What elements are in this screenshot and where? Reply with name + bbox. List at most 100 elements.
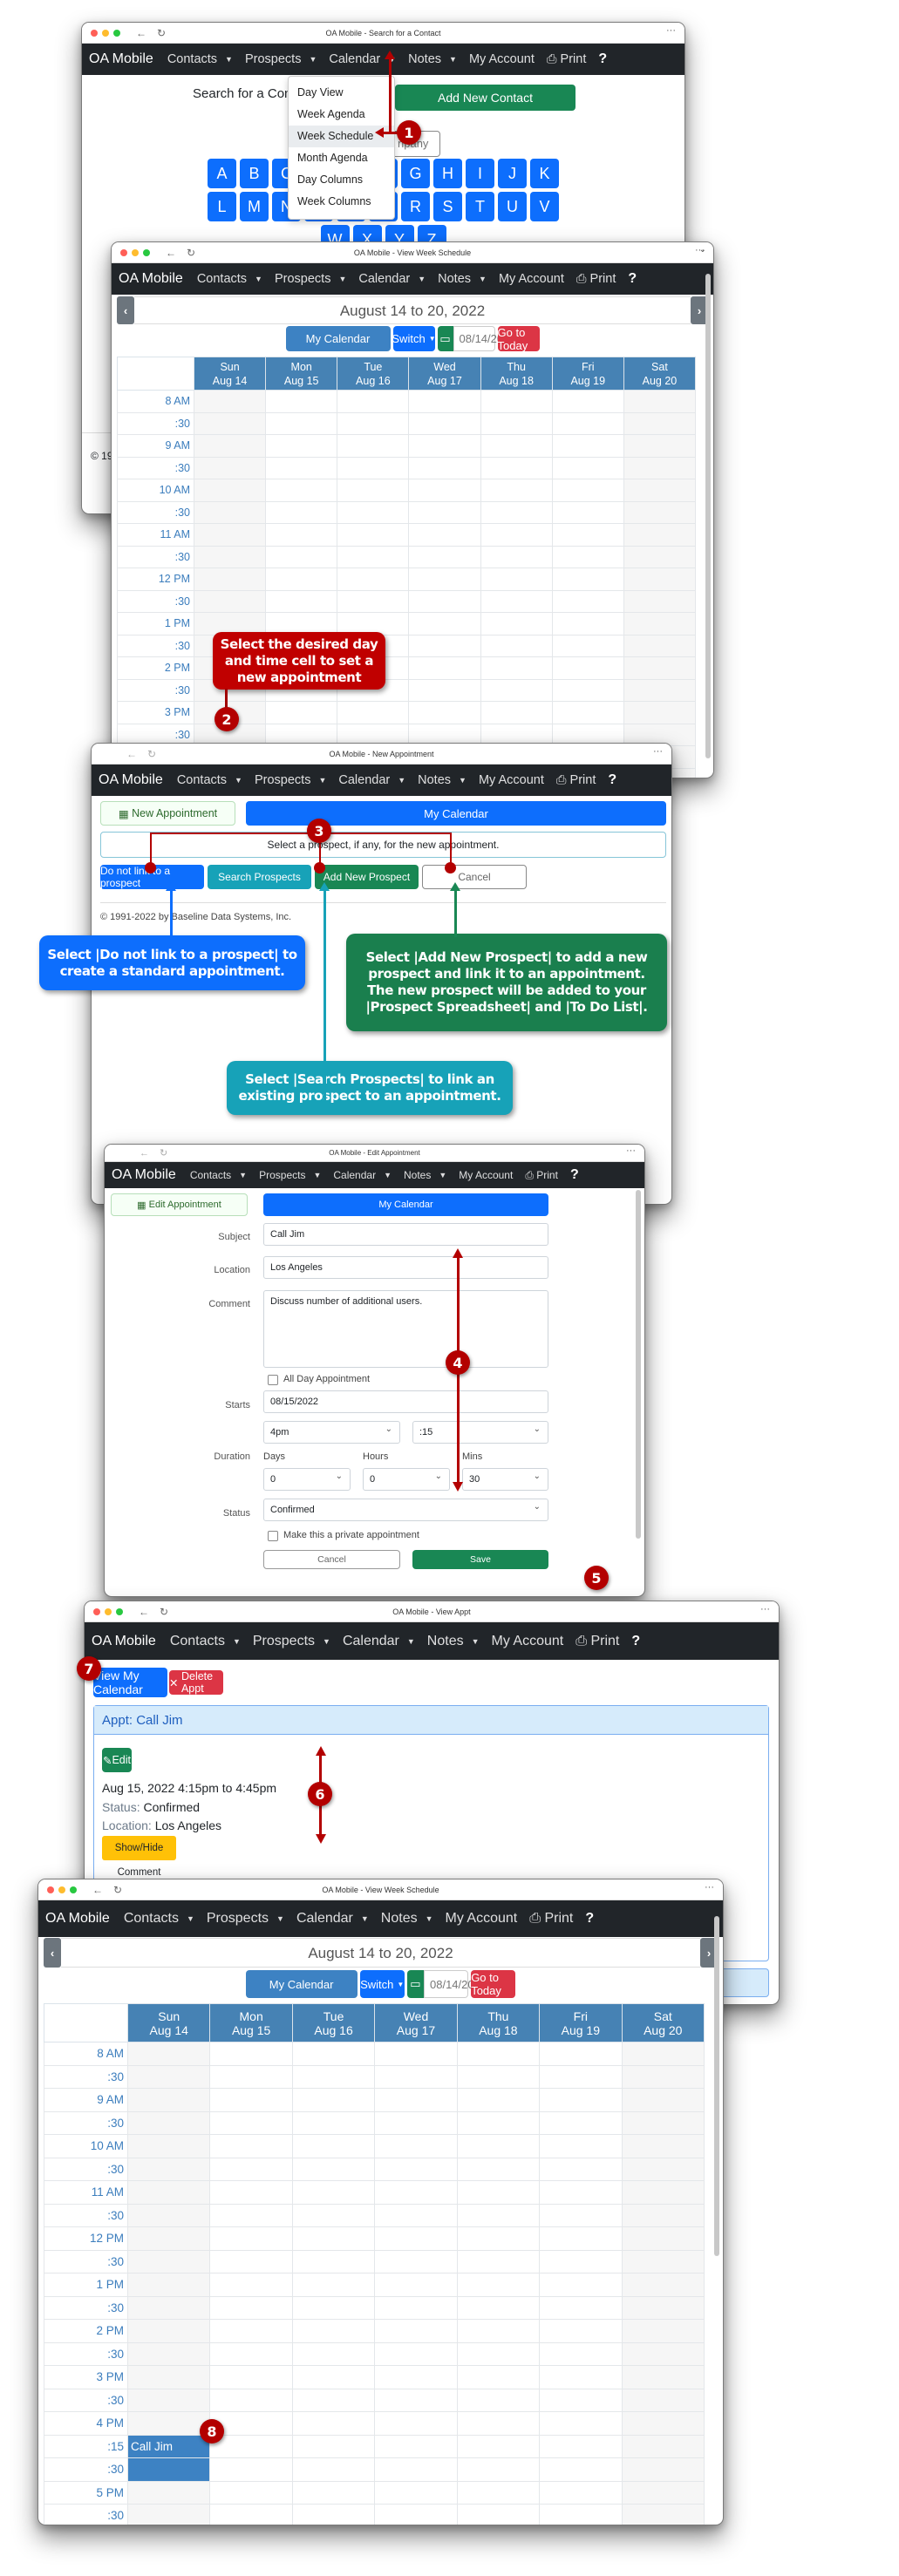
my-calendar-button[interactable]: My Calendar: [285, 326, 391, 351]
time-slot[interactable]: [209, 2388, 293, 2412]
time-slot[interactable]: [480, 589, 553, 613]
time-slot[interactable]: [374, 2388, 458, 2412]
time-slot[interactable]: [456, 2411, 541, 2436]
time-slot[interactable]: [126, 2157, 211, 2181]
appointment-block[interactable]: Call Jim: [126, 2434, 211, 2458]
time-slot[interactable]: [456, 2365, 541, 2389]
time-slot[interactable]: [374, 2249, 458, 2274]
nav-calendar[interactable]: Calendar ▼: [333, 1169, 392, 1181]
time-slot[interactable]: [126, 2042, 211, 2066]
time-slot[interactable]: [408, 523, 481, 547]
time-slot[interactable]: [456, 2110, 541, 2135]
time-slot[interactable]: [209, 2273, 293, 2297]
time-slot[interactable]: [126, 2134, 211, 2158]
time-slot[interactable]: [291, 2226, 376, 2251]
time-slot[interactable]: [539, 2110, 623, 2135]
start-minute-select[interactable]: :15: [412, 1421, 548, 1444]
time-slot[interactable]: [621, 2064, 705, 2089]
scrollbar[interactable]: [705, 274, 711, 758]
date-input[interactable]: 08/14/2022: [453, 326, 516, 351]
time-slot[interactable]: [337, 589, 410, 613]
time-slot[interactable]: [126, 2064, 211, 2089]
view-my-calendar-button[interactable]: View My Calendar: [93, 1668, 167, 1697]
time-slot[interactable]: [551, 500, 624, 524]
time-slot[interactable]: [456, 2295, 541, 2320]
time-slot[interactable]: [374, 2411, 458, 2436]
close-dot-icon[interactable]: [120, 249, 127, 256]
time-slot[interactable]: [623, 634, 697, 657]
time-slot[interactable]: [551, 634, 624, 657]
my-calendar-button[interactable]: My Calendar: [263, 1193, 548, 1216]
time-slot[interactable]: [209, 2504, 293, 2525]
time-slot[interactable]: [623, 479, 697, 502]
time-slot[interactable]: [621, 2157, 705, 2181]
nav-my-account[interactable]: My Account: [492, 1634, 564, 1649]
time-slot[interactable]: [539, 2504, 623, 2525]
time-slot[interactable]: [408, 456, 481, 479]
time-slot[interactable]: [539, 2411, 623, 2436]
letter-button-l[interactable]: L: [208, 192, 236, 221]
time-slot[interactable]: [209, 2226, 293, 2251]
nav-my-account[interactable]: My Account: [499, 272, 564, 286]
time-slot[interactable]: [621, 2226, 705, 2251]
nav-notes[interactable]: Notes ▼: [404, 1169, 446, 1181]
time-slot[interactable]: [623, 589, 697, 613]
time-slot[interactable]: [456, 2342, 541, 2366]
time-slot[interactable]: [456, 2273, 541, 2297]
time-slot[interactable]: [456, 2134, 541, 2158]
time-slot[interactable]: [209, 2157, 293, 2181]
time-slot[interactable]: [621, 2504, 705, 2525]
letter-button-t[interactable]: T: [466, 192, 494, 221]
time-slot[interactable]: [374, 2203, 458, 2227]
time-slot[interactable]: [374, 2504, 458, 2525]
time-slot[interactable]: [621, 2342, 705, 2366]
time-slot[interactable]: [456, 2226, 541, 2251]
brand[interactable]: OA Mobile: [99, 772, 163, 788]
letter-button-u[interactable]: U: [498, 192, 527, 221]
time-slot[interactable]: [209, 2203, 293, 2227]
time-slot[interactable]: [456, 2042, 541, 2066]
private-checkbox[interactable]: [268, 1531, 278, 1541]
brand[interactable]: OA Mobile: [112, 1167, 176, 1183]
help-icon[interactable]: ?: [631, 1634, 640, 1649]
time-slot[interactable]: [126, 2226, 211, 2251]
time-slot[interactable]: [291, 2203, 376, 2227]
time-slot[interactable]: [623, 411, 697, 435]
time-slot[interactable]: [193, 589, 267, 613]
time-slot[interactable]: [193, 568, 267, 591]
nav-my-account[interactable]: My Account: [459, 1169, 513, 1181]
time-slot[interactable]: [291, 2342, 376, 2366]
time-slot[interactable]: [539, 2295, 623, 2320]
help-icon[interactable]: ?: [628, 271, 637, 287]
time-slot[interactable]: [291, 2273, 376, 2297]
switch-dropdown-button[interactable]: Switch ▼: [392, 326, 436, 351]
go-to-today-button[interactable]: Go to Today: [471, 1970, 516, 1998]
time-slot[interactable]: [209, 2064, 293, 2089]
nav-print[interactable]: ⎙ Print: [575, 1634, 619, 1649]
location-field[interactable]: Los Angeles: [263, 1256, 548, 1279]
time-slot[interactable]: [408, 678, 481, 702]
time-slot[interactable]: [539, 2273, 623, 2297]
nav-calendar[interactable]: Calendar ▼: [358, 272, 426, 286]
time-slot[interactable]: [126, 2203, 211, 2227]
time-slot[interactable]: [337, 545, 410, 568]
all-day-checkbox[interactable]: [268, 1375, 278, 1385]
time-slot[interactable]: [621, 2480, 705, 2505]
duration-days-select[interactable]: 0: [263, 1468, 351, 1491]
time-slot[interactable]: [480, 523, 553, 547]
time-slot[interactable]: [539, 2203, 623, 2227]
time-slot[interactable]: [209, 2249, 293, 2274]
brand[interactable]: OA Mobile: [45, 1911, 110, 1927]
time-slot[interactable]: [623, 656, 697, 680]
time-slot[interactable]: [539, 2480, 623, 2505]
time-slot[interactable]: [551, 390, 624, 413]
time-slot[interactable]: [539, 2365, 623, 2389]
dropdown-item-month-agenda[interactable]: Month Agenda: [289, 147, 394, 169]
time-slot[interactable]: [480, 634, 553, 657]
time-slot[interactable]: [126, 2504, 211, 2525]
nav-calendar[interactable]: Calendar ▼: [343, 1634, 415, 1649]
minimize-dot-icon[interactable]: [58, 1886, 65, 1893]
time-slot[interactable]: [621, 2388, 705, 2412]
time-slot[interactable]: [621, 2319, 705, 2343]
time-slot[interactable]: [291, 2157, 376, 2181]
